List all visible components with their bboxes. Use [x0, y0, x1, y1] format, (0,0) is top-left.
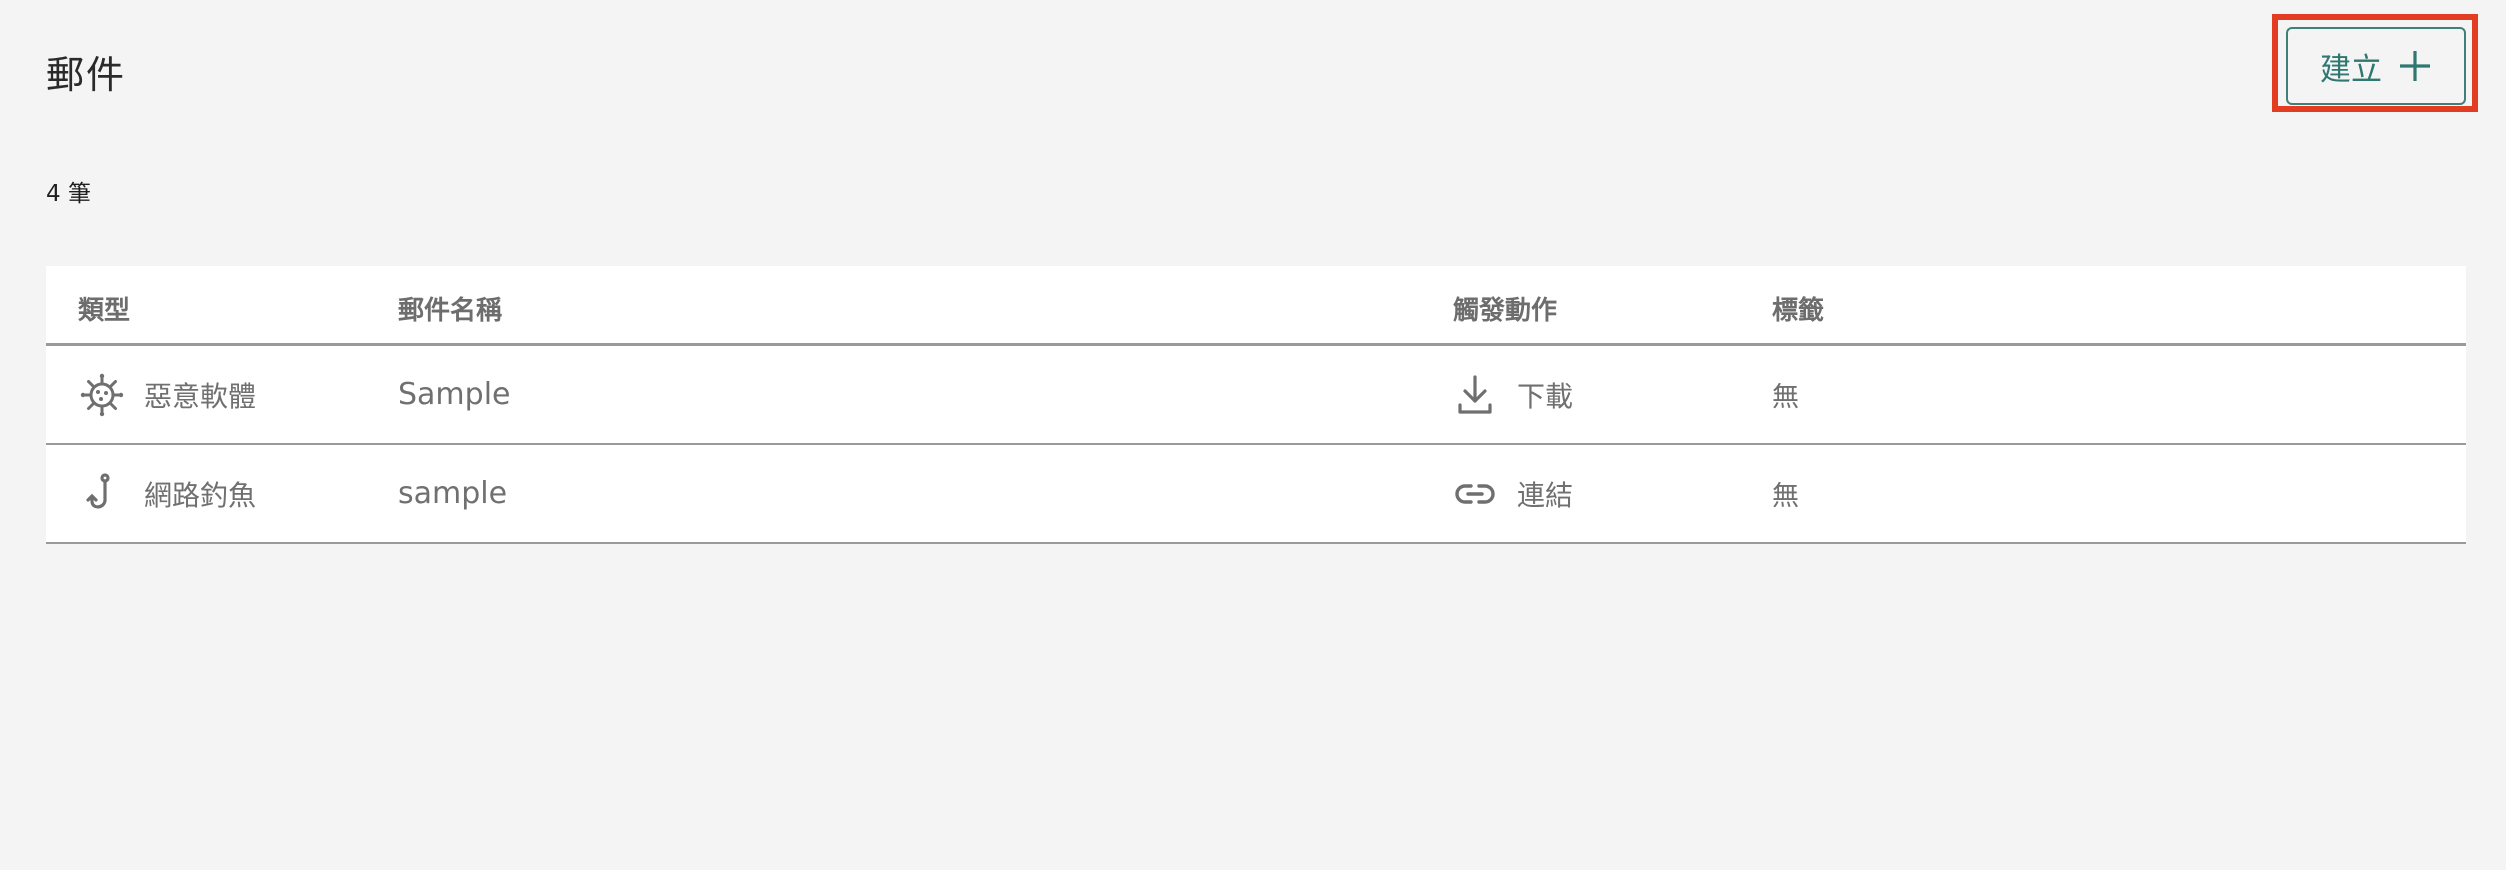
mail-name[interactable]: sample — [398, 445, 507, 542]
mail-table: 類型 郵件名稱 觸發動作 標籤 惡意軟體 Sample 下載 無 網路釣魚 sa… — [46, 266, 2466, 544]
plus-icon — [2398, 49, 2432, 83]
fishhook-icon — [80, 472, 124, 516]
create-button-label: 建立 — [2320, 51, 2382, 88]
create-button[interactable]: 建立 — [2286, 27, 2466, 105]
column-header-action[interactable]: 觸發動作 — [1453, 290, 1557, 327]
table-row[interactable]: 惡意軟體 Sample 下載 無 — [46, 346, 2466, 445]
record-count: 4 筆 — [46, 181, 91, 207]
table-header: 類型 郵件名稱 觸發動作 標籤 — [46, 266, 2466, 346]
type-label: 惡意軟體 — [144, 379, 257, 413]
link-icon — [1453, 472, 1497, 516]
mail-name[interactable]: Sample — [398, 346, 511, 443]
page-title: 郵件 — [46, 53, 127, 97]
column-header-label[interactable]: 標籤 — [1772, 290, 1824, 327]
column-header-name[interactable]: 郵件名稱 — [398, 290, 502, 327]
action-label: 連結 — [1517, 478, 1574, 512]
tag-cell: 無 — [1772, 382, 1799, 413]
download-icon — [1453, 373, 1497, 417]
action-cell: 連結 — [1453, 445, 1573, 542]
tag-cell: 無 — [1772, 481, 1799, 512]
action-cell: 下載 — [1453, 346, 1573, 443]
type-cell: 網路釣魚 — [80, 445, 256, 542]
action-label: 下載 — [1517, 379, 1574, 413]
column-header-type[interactable]: 類型 — [78, 290, 130, 327]
type-label: 網路釣魚 — [144, 478, 257, 512]
virus-icon — [80, 373, 124, 417]
type-cell: 惡意軟體 — [80, 346, 256, 443]
table-row[interactable]: 網路釣魚 sample 連結 無 — [46, 445, 2466, 544]
